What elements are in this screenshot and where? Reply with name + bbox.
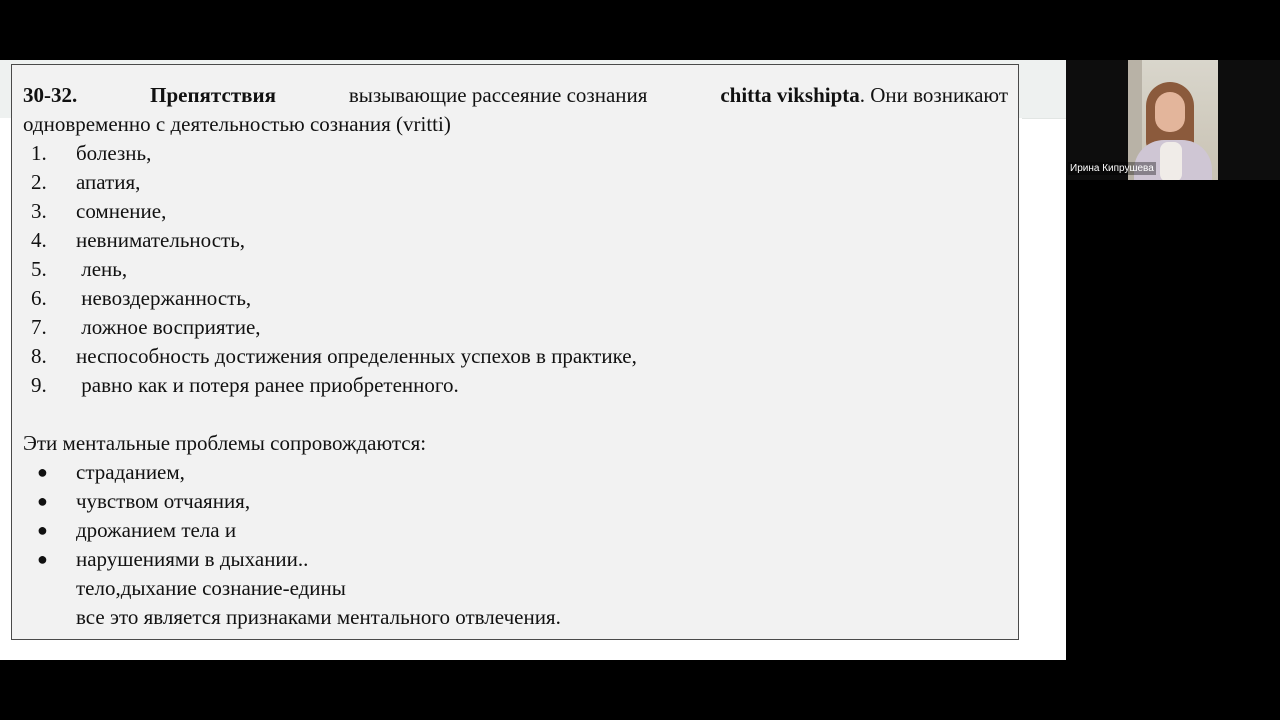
heading-text-2: . Они возникают (859, 83, 1008, 107)
participant-video-tile[interactable]: Ирина Кипрушева (1066, 60, 1280, 180)
list-item: 3. сомнение, (31, 199, 167, 223)
participant-name: Ирина Кипрушева (1068, 162, 1156, 175)
bullet-icon: ● (37, 462, 48, 482)
list-item: ● чувством отчаяния, (23, 487, 1008, 516)
list-item: 9. равно как и потеря ранее приобретенно… (31, 373, 459, 397)
sanskrit-term: chitta vikshipta (720, 83, 860, 107)
list-item: 1. болезнь, (31, 141, 152, 165)
list-item: 2. апатия, (31, 170, 141, 194)
obstacles-term: Препятствия (150, 83, 276, 107)
slide-divider (1022, 118, 1066, 119)
bullet-icon: ● (37, 491, 48, 511)
list-item: ● дрожанием тела и (23, 516, 1008, 545)
list-item: 8. неспособность достижения определенных … (31, 344, 637, 368)
closing-line: тело,дыхание сознание-едины (76, 576, 346, 600)
list-item: ● нарушениями в дыхании.. (23, 545, 1008, 574)
closing-line: все это является признаками ментального … (76, 605, 561, 629)
bottom-black-bar (0, 660, 1280, 720)
consequences-intro: Эти ментальные проблемы сопровождаются: (23, 431, 427, 455)
bullet-icon: ● (37, 520, 48, 540)
shared-slide: 30-32. Препятствия вызывающие рассеяние … (0, 60, 1066, 660)
list-item: 6. невоздержанность, (31, 286, 252, 310)
heading-line-2: одновременно с деятельностью сознания (v… (23, 112, 451, 136)
top-black-bar (0, 0, 1280, 60)
heading-text-1: вызывающие рассеяние сознания (348, 83, 648, 107)
obstacles-list: 1. болезнь, 2. апатия, 3. сомнение, 4. невни… (23, 139, 1008, 400)
heading-line-1: 30-32. Препятствия вызывающие рассеяние … (23, 81, 1008, 110)
list-item: 5. лень, (31, 257, 128, 281)
list-item: ● страданием, (23, 458, 1008, 487)
slide-text-box: 30-32. Препятствия вызывающие рассеяние … (11, 64, 1019, 640)
bullet-icon: ● (37, 549, 48, 569)
section-number: 30-32. (23, 83, 78, 107)
participant-face (1155, 92, 1185, 132)
list-item: 4. невнимательность, (31, 228, 246, 252)
participant-shirt (1160, 142, 1182, 180)
list-item: 7. ложное восприятие, (31, 315, 261, 339)
consequences-list: ● страданием, ● чувством отчаяния, ● дрожан… (23, 458, 1008, 574)
